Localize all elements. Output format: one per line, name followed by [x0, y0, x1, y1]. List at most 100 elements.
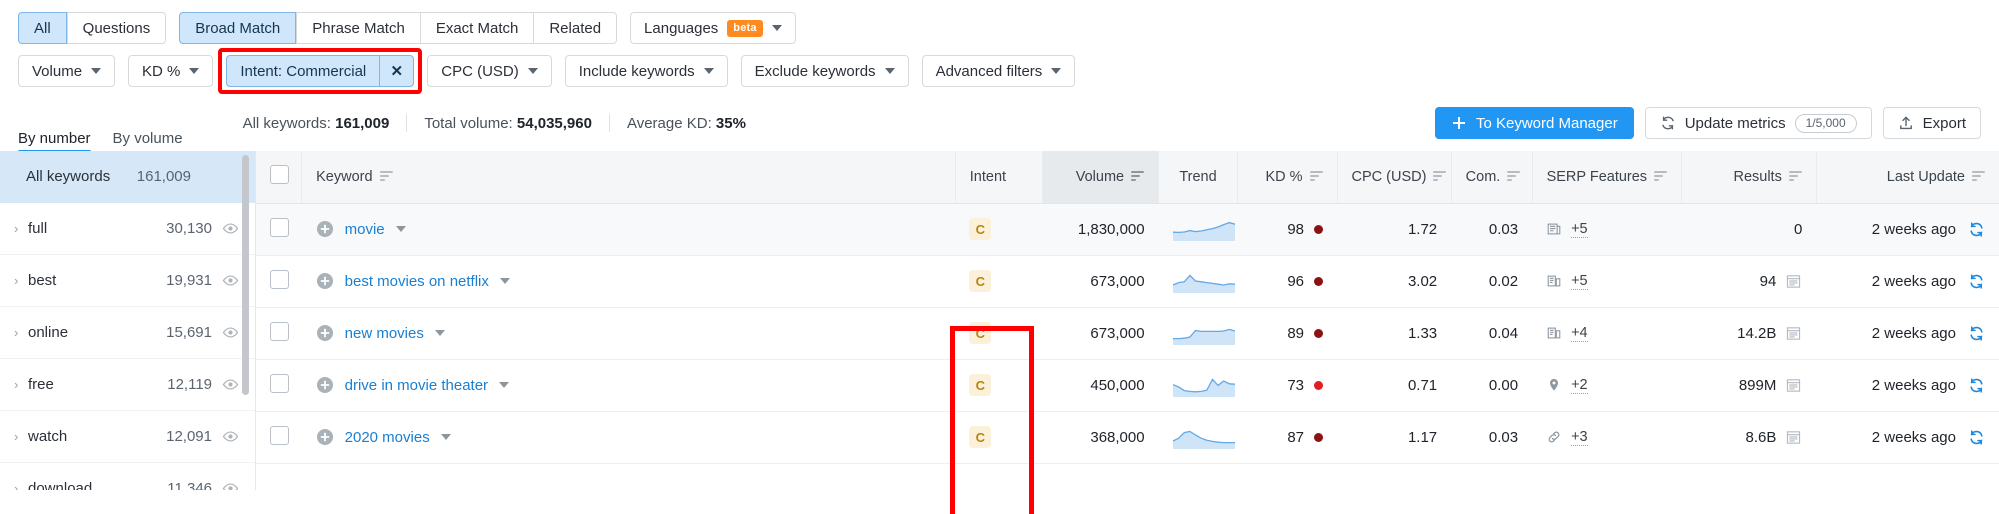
header-cpc[interactable]: CPC (USD) — [1337, 151, 1451, 203]
add-keyword-icon[interactable] — [316, 376, 334, 394]
sort-icon[interactable] — [1789, 171, 1802, 182]
keyword-link[interactable]: best movies on netflix — [345, 273, 489, 290]
stat-total-volume: Total volume: 54,035,960 — [407, 115, 609, 132]
select-all-checkbox[interactable] — [270, 165, 289, 184]
tab-questions[interactable]: Questions — [67, 12, 167, 44]
sidebar-item-best[interactable]: › best 19,931 — [0, 255, 255, 307]
serp-preview-icon[interactable] — [1785, 429, 1802, 446]
table-row[interactable]: 2020 moviesC368,000871.170.03+38.6B2 wee… — [256, 411, 1999, 463]
row-checkbox[interactable] — [270, 374, 289, 393]
export-button[interactable]: Export — [1883, 107, 1981, 139]
sort-icon[interactable] — [1433, 171, 1446, 182]
serp-features-cell: +5 — [1532, 255, 1681, 307]
chevron-right-icon[interactable]: › — [14, 429, 28, 444]
serp-features-more[interactable]: +4 — [1571, 325, 1588, 342]
tab-broad-match[interactable]: Broad Match — [179, 12, 296, 44]
chevron-down-icon[interactable] — [435, 330, 445, 336]
sidebar-item-free[interactable]: › free 12,119 — [0, 359, 255, 411]
eye-icon[interactable] — [222, 324, 239, 341]
serp-preview-icon[interactable] — [1785, 273, 1802, 290]
update-metrics-button[interactable]: Update metrics 1/5,000 — [1645, 107, 1872, 139]
chevron-down-icon[interactable] — [499, 382, 509, 388]
serp-features-more[interactable]: +3 — [1571, 429, 1588, 446]
add-keyword-icon[interactable] — [316, 428, 334, 446]
refresh-row-icon[interactable] — [1968, 325, 1985, 342]
row-checkbox[interactable] — [270, 322, 289, 341]
row-checkbox[interactable] — [270, 426, 289, 445]
kd-filter[interactable]: KD % — [128, 55, 213, 87]
serp-preview-icon[interactable] — [1785, 325, 1802, 342]
eye-icon[interactable] — [222, 480, 239, 490]
add-keyword-icon[interactable] — [316, 324, 334, 342]
refresh-row-icon[interactable] — [1968, 429, 1985, 446]
table-row[interactable]: drive in movie theaterC450,000730.710.00… — [256, 359, 1999, 411]
chevron-down-icon[interactable] — [500, 278, 510, 284]
header-com[interactable]: Com. — [1451, 151, 1532, 203]
sidebar-item-all-keywords[interactable]: All keywords 161,009 — [0, 151, 255, 203]
refresh-row-icon[interactable] — [1968, 273, 1985, 290]
add-keyword-icon[interactable] — [316, 272, 334, 290]
sidebar-item-download[interactable]: › download 11,346 — [0, 463, 255, 490]
sidebar-item-online[interactable]: › online 15,691 — [0, 307, 255, 359]
row-checkbox[interactable] — [270, 218, 289, 237]
header-last-update[interactable]: Last Update — [1816, 151, 1999, 203]
table-row[interactable]: movieC1,830,000981.720.03+502 weeks ago — [256, 203, 1999, 255]
header-results[interactable]: Results — [1681, 151, 1816, 203]
tab-all[interactable]: All — [18, 12, 67, 44]
sort-icon[interactable] — [1654, 171, 1667, 182]
serp-features-more[interactable]: +5 — [1571, 273, 1588, 290]
chevron-right-icon[interactable]: › — [14, 273, 28, 288]
chevron-down-icon[interactable] — [396, 226, 406, 232]
chevron-right-icon[interactable]: › — [14, 325, 28, 340]
add-keyword-icon[interactable] — [316, 220, 334, 238]
header-volume[interactable]: Volume — [1042, 151, 1158, 203]
eye-icon[interactable] — [222, 220, 239, 237]
sort-icon[interactable] — [380, 171, 393, 182]
serp-features-more[interactable]: +5 — [1571, 221, 1588, 238]
languages-dropdown[interactable]: Languages beta — [630, 12, 796, 44]
chevron-down-icon[interactable] — [441, 434, 451, 440]
eye-icon[interactable] — [222, 428, 239, 445]
volume-filter[interactable]: Volume — [18, 55, 115, 87]
include-keywords-filter[interactable]: Include keywords — [565, 55, 728, 87]
sidebar-item-full[interactable]: › full 30,130 — [0, 203, 255, 255]
sort-icon[interactable] — [1310, 171, 1323, 182]
sort-icon[interactable] — [1131, 171, 1144, 182]
chevron-right-icon[interactable]: › — [14, 481, 28, 490]
refresh-row-icon[interactable] — [1968, 377, 1985, 394]
to-keyword-manager-button[interactable]: To Keyword Manager — [1435, 107, 1634, 139]
sort-icon[interactable] — [1972, 171, 1985, 182]
eye-icon[interactable] — [222, 376, 239, 393]
tab-exact-match[interactable]: Exact Match — [421, 12, 535, 44]
table-row[interactable]: best movies on netflixC673,000963.020.02… — [256, 255, 1999, 307]
tab-phrase-match[interactable]: Phrase Match — [296, 12, 421, 44]
keyword-link[interactable]: drive in movie theater — [345, 377, 488, 394]
header-keyword[interactable]: Keyword — [302, 151, 956, 203]
header-serp-features[interactable]: SERP Features — [1532, 151, 1681, 203]
eye-icon[interactable] — [222, 272, 239, 289]
cpc-filter[interactable]: CPC (USD) — [427, 55, 552, 87]
sort-icon[interactable] — [1507, 171, 1520, 182]
advanced-filters[interactable]: Advanced filters — [922, 55, 1076, 87]
row-select-cell — [256, 359, 302, 411]
sidebar-scrollbar-thumb[interactable] — [242, 155, 249, 395]
sidebar-all-keywords-label: All keywords — [14, 168, 137, 185]
row-checkbox[interactable] — [270, 270, 289, 289]
serp-preview-icon[interactable] — [1785, 377, 1802, 394]
table-row[interactable]: new moviesC673,000891.330.04+414.2B2 wee… — [256, 307, 1999, 359]
serp-features-more[interactable]: +2 — [1571, 377, 1588, 394]
exclude-keywords-filter[interactable]: Exclude keywords — [741, 55, 909, 87]
sidebar-item-watch[interactable]: › watch 12,091 — [0, 411, 255, 463]
sidebar-item-label: watch — [28, 428, 166, 445]
intent-filter-chip[interactable]: Intent: Commercial ✕ — [226, 55, 414, 87]
tab-related[interactable]: Related — [534, 12, 617, 44]
header-cpc-label: CPC (USD) — [1352, 169, 1427, 185]
keyword-link[interactable]: new movies — [345, 325, 424, 342]
header-kd[interactable]: KD % — [1237, 151, 1337, 203]
keyword-link[interactable]: 2020 movies — [345, 429, 430, 446]
refresh-row-icon[interactable] — [1968, 221, 1985, 238]
keyword-link[interactable]: movie — [345, 221, 385, 238]
chevron-right-icon[interactable]: › — [14, 221, 28, 236]
chevron-right-icon[interactable]: › — [14, 377, 28, 392]
close-icon[interactable]: ✕ — [379, 56, 413, 86]
